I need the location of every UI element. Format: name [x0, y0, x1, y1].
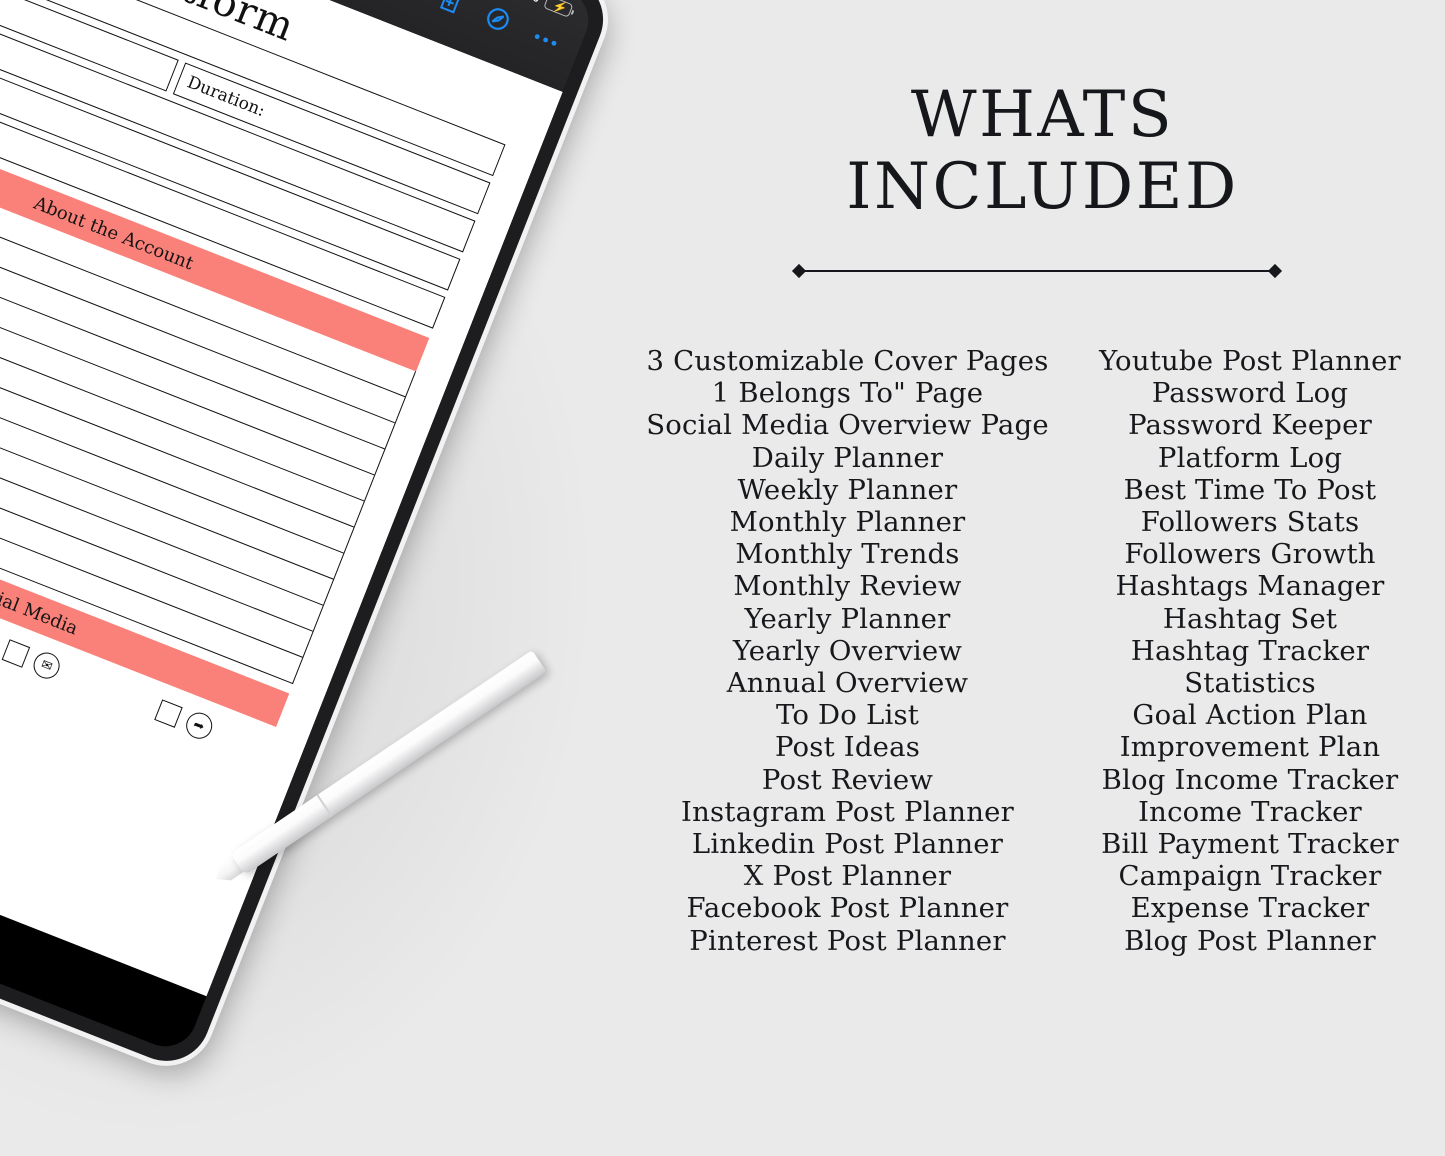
list-item: Weekly Planner	[737, 473, 958, 506]
list-item: Annual Overview	[726, 667, 969, 700]
list-item: Followers Growth	[1124, 538, 1376, 571]
list-item: Youtube Post Planner	[1099, 345, 1401, 377]
diamond-right-icon	[1267, 263, 1283, 279]
whats-included-panel: WHATS INCLUDED 3 Customizable Cover Page…	[640, 0, 1445, 1156]
add-page-icon[interactable]	[432, 0, 466, 22]
list-item: Daily Planner	[751, 441, 944, 474]
list-item: X Post Planner	[743, 860, 952, 893]
stylus-seam	[316, 794, 333, 818]
list-item: 3 Customizable Cover Pages	[646, 345, 1049, 377]
included-columns: 3 Customizable Cover Pages 1 Belongs To"…	[640, 345, 1445, 957]
list-item: Post Review	[761, 763, 934, 796]
list-item: To Do List	[775, 699, 920, 732]
list-item: Expense Tracker	[1130, 892, 1370, 925]
screenshot-stage: 50% ⚡	[0, 0, 1445, 1156]
list-item: Monthly Trends	[735, 538, 960, 571]
tablet-body: 50% ⚡	[0, 0, 617, 1074]
list-item: Blog Income Tracker	[1101, 763, 1399, 796]
list-item: Hashtags Manager	[1115, 570, 1385, 603]
list-item: Password Keeper	[1128, 409, 1372, 442]
social-item-twitter[interactable]: ➦	[153, 697, 216, 743]
title-divider	[791, 263, 1283, 279]
list-item: Facebook Post Planner	[686, 892, 1009, 925]
list-item: Social Media Overview Page	[646, 409, 1049, 442]
checkbox-twitter[interactable]	[153, 699, 183, 728]
battery-charging-icon: ⚡	[543, 0, 574, 18]
tablet-device: 50% ⚡	[0, 0, 623, 1081]
list-item: Post Ideas	[774, 731, 921, 764]
list-item: Statistics	[1184, 667, 1316, 700]
divider-line	[799, 270, 1275, 273]
list-item: Best Time To Post	[1123, 473, 1377, 506]
panel-title-line2: INCLUDED	[846, 150, 1239, 224]
mail-icon: ✉	[29, 648, 64, 683]
list-item: Hashtag Tracker	[1130, 634, 1370, 667]
list-item: 1 Belongs To" Page	[711, 377, 984, 410]
list-item: Yearly Planner	[744, 602, 951, 635]
list-item: Monthly Planner	[729, 506, 966, 539]
list-item: Pinterest Post Planner	[689, 924, 1006, 957]
checkbox-mail[interactable]	[1, 639, 31, 668]
list-item: Improvement Plan	[1119, 731, 1381, 764]
list-item: Platform Log	[1157, 441, 1343, 474]
social-item-mail[interactable]: ✉	[1, 637, 64, 683]
tablet-bezel: 50% ⚡	[0, 0, 598, 1056]
list-item: Password Log	[1151, 377, 1349, 410]
list-item: Followers Stats	[1140, 506, 1360, 539]
list-item: Monthly Review	[733, 570, 962, 603]
list-item: Blog Post Planner	[1124, 924, 1376, 957]
panel-title-line1: WHATS	[910, 78, 1175, 152]
twitter-icon: ➦	[182, 708, 216, 743]
list-item: Goal Action Plan	[1132, 699, 1368, 732]
list-item: Income Tracker	[1138, 795, 1362, 828]
list-item: Campaign Tracker	[1118, 860, 1382, 893]
browse-compass-icon[interactable]	[479, 2, 515, 40]
list-item: Linkedin Post Planner	[691, 828, 1004, 861]
included-right-column: Youtube Post Planner Password Log Passwo…	[1055, 345, 1445, 957]
list-item: Hashtag Set	[1162, 602, 1338, 635]
list-item: Bill Payment Tracker	[1101, 828, 1399, 861]
more-options-icon[interactable]	[530, 27, 561, 53]
panel-title: WHATS INCLUDED	[640, 82, 1445, 220]
included-left-column: 3 Customizable Cover Pages 1 Belongs To"…	[640, 345, 1055, 957]
list-item: Instagram Post Planner	[681, 795, 1014, 828]
list-item: Yearly Overview	[732, 634, 963, 667]
battery-percent-label: 50%	[508, 0, 542, 6]
